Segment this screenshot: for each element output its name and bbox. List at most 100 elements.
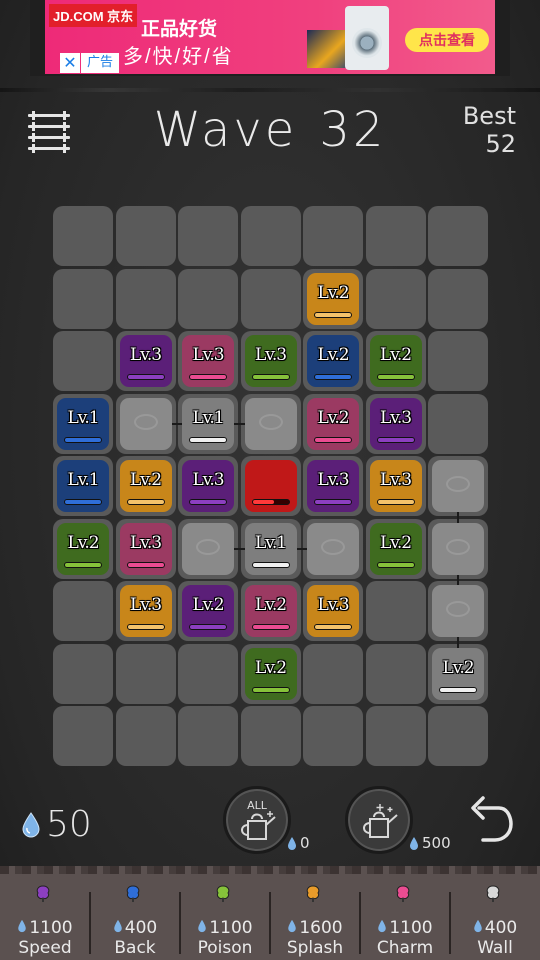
plant-level-bar bbox=[126, 374, 165, 380]
board-cell[interactable] bbox=[303, 206, 363, 266]
empty-pot[interactable] bbox=[307, 522, 359, 575]
watering-can-icon bbox=[241, 811, 276, 840]
empty-pot[interactable] bbox=[244, 397, 297, 450]
plant-tile[interactable]: Lv.2 bbox=[432, 647, 484, 700]
board-cell[interactable] bbox=[115, 206, 176, 266]
shop-item-wall[interactable]: 400 Wall bbox=[450, 878, 540, 958]
plant-shop: 1100 Speed 400 Back 1100 Poison 1600 Splash 1100… bbox=[0, 866, 540, 960]
board-cell[interactable] bbox=[178, 268, 238, 329]
plant-tile[interactable]: Lv.3 bbox=[182, 460, 234, 512]
plant-tile[interactable]: Lv.2 bbox=[307, 272, 359, 325]
board-cell[interactable] bbox=[365, 581, 426, 641]
plant-tile[interactable]: Lv.3 bbox=[307, 460, 359, 512]
health-bar-fill bbox=[252, 500, 275, 504]
plant-tile[interactable]: Lv.3 bbox=[307, 585, 359, 637]
plant-tile[interactable]: Lv.3 bbox=[244, 335, 297, 387]
board-cell[interactable] bbox=[365, 643, 426, 704]
undo-icon[interactable] bbox=[465, 792, 515, 848]
water-drop-icon bbox=[378, 919, 387, 933]
board-cell[interactable] bbox=[303, 706, 363, 766]
plant-tile[interactable]: Lv.2 bbox=[244, 647, 297, 700]
ad-image[interactable]: JD.COM 京东 正品好货 多/快/好/省 点击查看 ✕ 广告 bbox=[45, 0, 495, 74]
ad-banner[interactable]: JD.COM 京东 正品好货 多/快/好/省 点击查看 ✕ 广告 bbox=[30, 0, 510, 76]
shop-item-cost: 1100 bbox=[180, 918, 270, 938]
plant-tile[interactable]: Lv.3 bbox=[119, 522, 172, 575]
board-cell[interactable] bbox=[115, 268, 176, 329]
plant-tile[interactable]: Lv.3 bbox=[119, 585, 172, 637]
water-drop-icon bbox=[474, 919, 482, 933]
plant-level: Lv.3 bbox=[379, 407, 412, 428]
ad-close-icon[interactable]: ✕ bbox=[60, 53, 80, 73]
plant-level: Lv.2 bbox=[317, 407, 349, 428]
board-cell[interactable] bbox=[303, 643, 363, 704]
board-cell[interactable] bbox=[178, 643, 238, 704]
board-cell[interactable] bbox=[53, 268, 113, 329]
board-cell[interactable] bbox=[240, 268, 301, 329]
ad-cta-button[interactable]: 点击查看 bbox=[405, 28, 489, 52]
shop-item-cost-value: 1100 bbox=[389, 918, 433, 938]
board-cell[interactable] bbox=[53, 581, 113, 641]
plant-tile[interactable]: Lv.2 bbox=[119, 460, 172, 512]
shop-item-name: Wall bbox=[477, 938, 513, 958]
plant-tile[interactable]: Lv.1 bbox=[244, 522, 297, 575]
board-cell[interactable] bbox=[178, 706, 238, 766]
board-cell[interactable] bbox=[428, 393, 488, 454]
menu-line bbox=[28, 122, 70, 131]
empty-pot[interactable] bbox=[432, 585, 484, 637]
empty-pot[interactable] bbox=[182, 522, 234, 575]
shop-item-charm[interactable]: 1100 Charm bbox=[360, 878, 450, 958]
plant-tile[interactable]: Lv.3 bbox=[369, 397, 422, 450]
menu-line bbox=[28, 144, 70, 153]
empty-pot[interactable] bbox=[432, 522, 484, 575]
plant-tile[interactable]: Lv.2 bbox=[307, 335, 359, 387]
board-cell[interactable] bbox=[53, 643, 113, 704]
plant-tile[interactable]: Lv.2 bbox=[369, 335, 422, 387]
board-cell[interactable] bbox=[115, 643, 176, 704]
best-score: Best 52 bbox=[440, 102, 516, 158]
board-cell[interactable] bbox=[428, 268, 488, 329]
water-all-button[interactable]: ALL bbox=[223, 786, 291, 854]
plant-tile[interactable]: Lv.3 bbox=[369, 460, 422, 512]
board-cell[interactable] bbox=[240, 706, 301, 766]
board-cell[interactable] bbox=[53, 206, 113, 266]
plant-level-bar bbox=[251, 624, 290, 630]
board-cell[interactable] bbox=[115, 706, 176, 766]
plant-tile[interactable]: Lv.3 bbox=[182, 335, 234, 387]
plant-tile[interactable]: Lv.1 bbox=[182, 397, 234, 450]
board-cell[interactable] bbox=[365, 206, 426, 266]
shop-item-back[interactable]: 400 Back bbox=[90, 878, 180, 958]
plant-tile[interactable]: Lv.2 bbox=[244, 585, 297, 637]
plant-tile[interactable]: Lv.2 bbox=[307, 397, 359, 450]
water-single-button[interactable] bbox=[345, 786, 413, 854]
board-cell[interactable] bbox=[53, 331, 113, 391]
shop-item-cost: 400 bbox=[90, 918, 180, 938]
board-cell[interactable] bbox=[178, 206, 238, 266]
board-cell[interactable] bbox=[365, 706, 426, 766]
plant-level: Lv.3 bbox=[379, 470, 412, 490]
board-cell[interactable] bbox=[428, 706, 488, 766]
shop-item-cost-value: 1600 bbox=[299, 918, 343, 938]
board-cell[interactable] bbox=[428, 331, 488, 391]
menu-button[interactable] bbox=[28, 111, 72, 153]
enemy-tile[interactable] bbox=[244, 460, 297, 512]
plant-tile[interactable]: Lv.1 bbox=[57, 460, 109, 512]
board-cell[interactable] bbox=[240, 206, 301, 266]
shop-item-speed[interactable]: 1100 Speed bbox=[0, 878, 90, 958]
plant-tile[interactable]: Lv.2 bbox=[369, 522, 422, 575]
plant-tile[interactable]: Lv.2 bbox=[182, 585, 234, 637]
shop-divider bbox=[449, 892, 451, 954]
plant-level: Lv.3 bbox=[129, 532, 162, 553]
plant-level: Lv.2 bbox=[254, 657, 287, 678]
wave-label: Wave bbox=[153, 102, 298, 158]
plant-tile[interactable]: Lv.2 bbox=[57, 522, 109, 575]
board-cell[interactable] bbox=[53, 706, 113, 766]
empty-pot[interactable] bbox=[119, 397, 172, 450]
board-cell[interactable] bbox=[428, 206, 488, 266]
shop-item-splash[interactable]: 1600 Splash bbox=[270, 878, 360, 958]
empty-pot[interactable] bbox=[432, 460, 484, 512]
shop-item-poison[interactable]: 1100 Poison bbox=[180, 878, 270, 958]
plant-tile[interactable]: Lv.1 bbox=[57, 397, 109, 450]
plant-tile[interactable]: Lv.3 bbox=[119, 335, 172, 387]
board-cell[interactable] bbox=[365, 268, 426, 329]
plant-level-bar bbox=[126, 499, 165, 505]
